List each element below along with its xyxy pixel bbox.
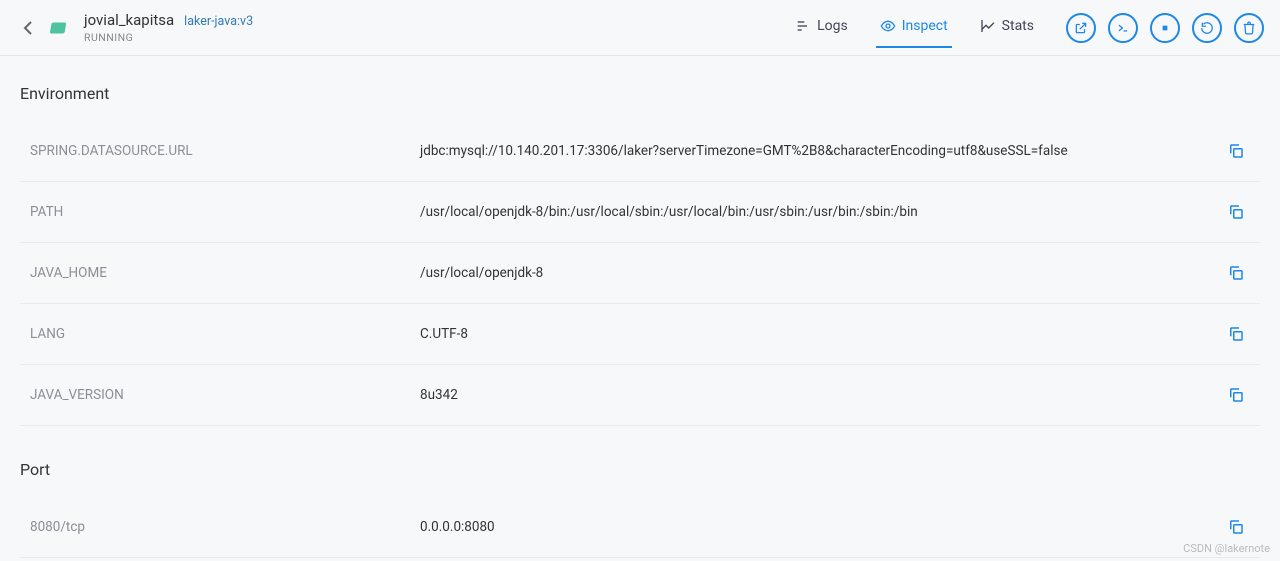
env-value: jdbc:mysql://10.140.201.17:3306/laker?se… — [420, 143, 1222, 159]
action-buttons — [1066, 13, 1264, 43]
copy-button[interactable] — [1222, 198, 1250, 226]
env-row: JAVA_VERSION8u342 — [20, 365, 1260, 426]
watermark: CSDN @lakernote — [1183, 542, 1270, 555]
tab-inspect[interactable]: Inspect — [876, 8, 952, 48]
delete-button[interactable] — [1234, 13, 1264, 43]
copy-button[interactable] — [1222, 137, 1250, 165]
environment-table: SPRING.DATASOURCE.URLjdbc:mysql://10.140… — [20, 121, 1260, 426]
tabs: Logs Inspect Stats — [791, 8, 1038, 48]
terminal-button[interactable] — [1108, 13, 1138, 43]
stop-button[interactable] — [1150, 13, 1180, 43]
container-name: jovial_kapitsa — [84, 11, 174, 29]
title-block: jovial_kapitsa laker-java:v3 RUNNING — [84, 11, 253, 44]
env-value: /usr/local/openjdk-8 — [420, 265, 1222, 281]
env-row: JAVA_HOME/usr/local/openjdk-8 — [20, 243, 1260, 304]
tab-stats[interactable]: Stats — [976, 8, 1038, 48]
tab-logs-label: Logs — [817, 18, 848, 34]
open-external-button[interactable] — [1066, 13, 1096, 43]
port-value: 0.0.0.0:8080 — [420, 519, 1222, 535]
port-key: 8080/tcp — [30, 519, 420, 535]
env-key: JAVA_VERSION — [30, 387, 420, 403]
env-key: PATH — [30, 204, 420, 220]
env-key: LANG — [30, 326, 420, 342]
env-key: JAVA_HOME — [30, 265, 420, 281]
copy-button[interactable] — [1222, 320, 1250, 348]
env-row: PATH/usr/local/openjdk-8/bin:/usr/local/… — [20, 182, 1260, 243]
port-table: 8080/tcp0.0.0.0:8080 — [20, 497, 1260, 558]
content: Environment SPRING.DATASOURCE.URLjdbc:my… — [0, 56, 1280, 558]
tab-logs[interactable]: Logs — [791, 8, 852, 48]
copy-button[interactable] — [1222, 259, 1250, 287]
port-heading: Port — [20, 460, 1260, 479]
status-text: RUNNING — [84, 31, 253, 44]
restart-button[interactable] — [1192, 13, 1222, 43]
header-bar: jovial_kapitsa laker-java:v3 RUNNING Log… — [0, 0, 1280, 56]
port-row: 8080/tcp0.0.0.0:8080 — [20, 497, 1260, 558]
env-row: LANGC.UTF-8 — [20, 304, 1260, 365]
container-icon — [48, 16, 72, 40]
tab-stats-label: Stats — [1002, 18, 1034, 34]
env-key: SPRING.DATASOURCE.URL — [30, 143, 420, 159]
copy-button[interactable] — [1222, 513, 1250, 541]
env-value: /usr/local/openjdk-8/bin:/usr/local/sbin… — [420, 204, 1222, 220]
env-row: SPRING.DATASOURCE.URLjdbc:mysql://10.140… — [20, 121, 1260, 182]
env-value: C.UTF-8 — [420, 326, 1222, 342]
environment-heading: Environment — [20, 84, 1260, 103]
back-button[interactable] — [16, 16, 40, 40]
tab-inspect-label: Inspect — [902, 18, 948, 34]
env-value: 8u342 — [420, 387, 1222, 403]
image-name[interactable]: laker-java:v3 — [184, 14, 253, 29]
copy-button[interactable] — [1222, 381, 1250, 409]
